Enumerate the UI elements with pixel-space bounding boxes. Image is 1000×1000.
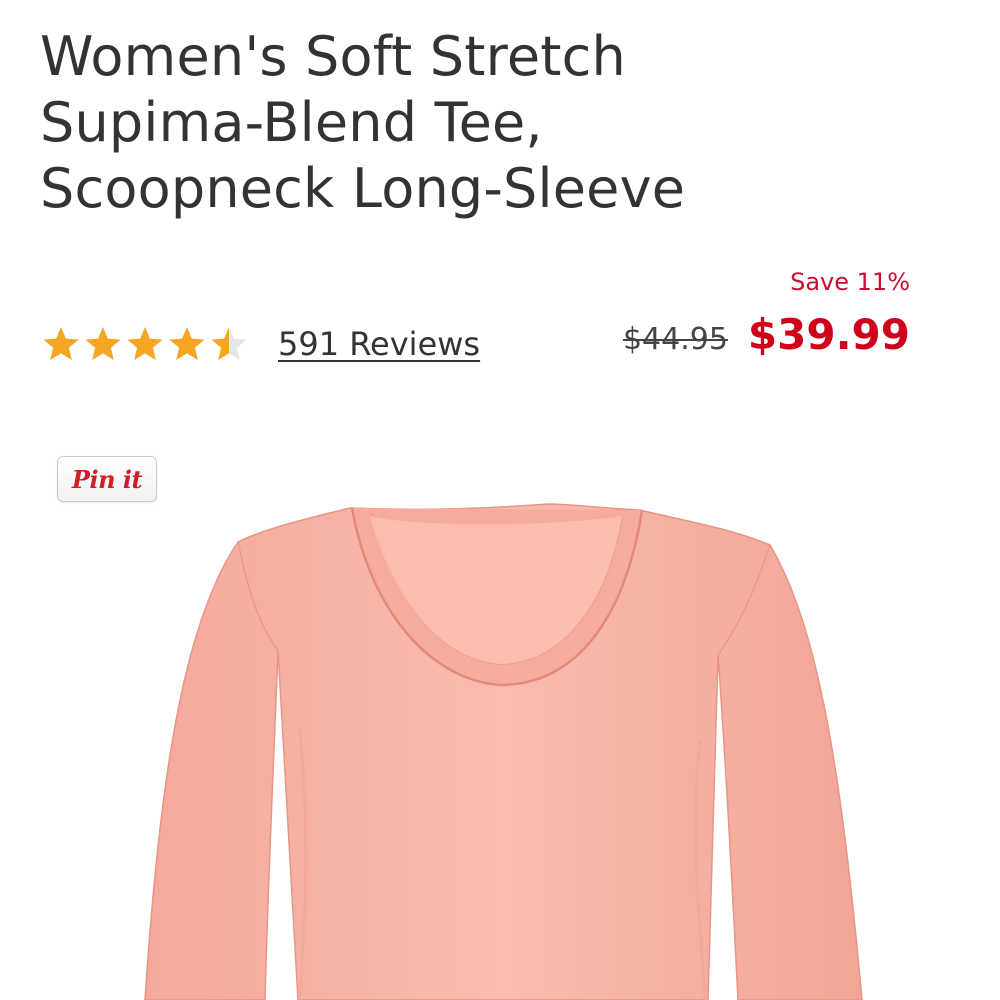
product-detail-page: Women's Soft Stretch Supima-Blend Tee, S… bbox=[0, 0, 1000, 1000]
pinterest-pin-it-button[interactable]: Pin it bbox=[57, 456, 157, 502]
product-title-line: Scoopneck Long-Sleeve bbox=[40, 157, 686, 220]
pin-it-label: Pin it bbox=[71, 464, 143, 494]
star-icon bbox=[84, 325, 122, 363]
reviews-link[interactable]: 591 Reviews bbox=[278, 325, 480, 363]
star-icon bbox=[210, 325, 248, 363]
original-price: $44.95 bbox=[622, 322, 728, 357]
product-rating: 591 Reviews bbox=[42, 318, 480, 370]
pink-long-sleeve-tee-image bbox=[144, 503, 863, 1000]
star-icon bbox=[42, 325, 80, 363]
sale-price: $39.99 bbox=[747, 310, 910, 359]
star-rating bbox=[42, 325, 248, 363]
product-title-line: Women's Soft Stretch bbox=[40, 25, 626, 88]
product-title-line: Supima-Blend Tee, bbox=[40, 91, 543, 154]
product-title: Women's Soft Stretch Supima-Blend Tee, S… bbox=[40, 24, 960, 222]
price-row: $44.95 $39.99 bbox=[623, 310, 910, 359]
star-icon bbox=[168, 325, 206, 363]
save-percent-label: Save 11% bbox=[790, 268, 910, 296]
star-icon bbox=[126, 325, 164, 363]
